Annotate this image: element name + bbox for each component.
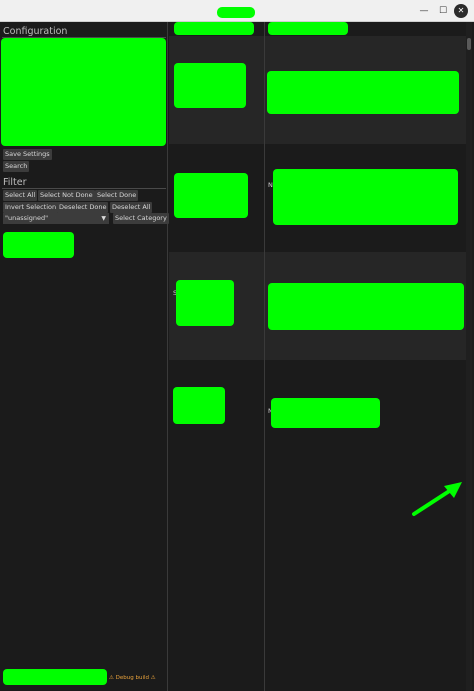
table-row[interactable]: N (169, 144, 466, 252)
status-redacted (3, 669, 107, 685)
results-table: N S N (169, 22, 474, 691)
sidebar-item-redacted[interactable] (3, 232, 74, 258)
column-header-redacted[interactable] (174, 22, 254, 35)
configuration-panel-redacted[interactable] (1, 38, 166, 146)
divider (2, 188, 166, 189)
select-not-done-button[interactable]: Select Not Done (38, 190, 95, 201)
column-divider (264, 22, 265, 691)
cell-redacted (176, 280, 234, 326)
vertical-scrollbar[interactable] (466, 22, 472, 691)
window-title-redacted (217, 7, 255, 18)
minimize-icon[interactable]: — (417, 4, 431, 18)
category-select-value: "unassigned" (5, 214, 49, 222)
cell-redacted (174, 63, 246, 108)
configuration-title: Configuration (3, 26, 68, 37)
title-bar: — ☐ ✕ (0, 0, 474, 22)
cell-redacted (271, 398, 380, 428)
filter-title: Filter (3, 177, 27, 188)
cell-redacted (174, 173, 248, 218)
deselect-done-button[interactable]: Deselect Done (57, 202, 109, 213)
sidebar: Configuration Save Settings Search Filte… (0, 22, 169, 691)
cell-redacted (267, 71, 459, 114)
table-row[interactable]: N (169, 360, 466, 468)
select-category-button[interactable]: Select Category (113, 213, 169, 224)
table-header (169, 22, 466, 36)
maximize-icon[interactable]: ☐ (436, 4, 450, 18)
select-done-button[interactable]: Select Done (95, 190, 139, 201)
debug-build-label: ⚠ Debug build ⚠ (109, 675, 156, 681)
invert-selection-button[interactable]: Invert Selection (3, 202, 59, 213)
annotation-arrow-icon (412, 482, 462, 516)
cell-redacted (268, 283, 464, 330)
column-header-redacted[interactable] (268, 22, 348, 35)
category-select[interactable]: "unassigned" ▼ (3, 213, 109, 224)
scrollbar-thumb[interactable] (467, 38, 471, 50)
select-all-button[interactable]: Select All (3, 190, 38, 201)
table-row[interactable]: S (169, 252, 466, 360)
table-row[interactable] (169, 36, 466, 144)
deselect-all-button[interactable]: Deselect All (110, 202, 153, 213)
cell-redacted (173, 387, 225, 424)
save-settings-button[interactable]: Save Settings (3, 149, 52, 160)
cell-redacted (273, 169, 458, 225)
chevron-down-icon: ▼ (101, 215, 106, 222)
search-button[interactable]: Search (3, 161, 30, 172)
close-icon[interactable]: ✕ (454, 4, 468, 18)
app-area: Configuration Save Settings Search Filte… (0, 22, 474, 691)
